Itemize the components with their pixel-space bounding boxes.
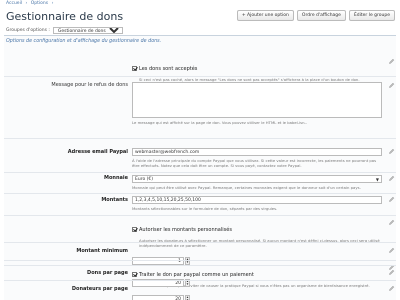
option-hint: À l'aide de l'adresse principale du comp… bbox=[132, 158, 377, 168]
group-label: Groupes d'options : bbox=[6, 28, 50, 33]
pencil-icon[interactable] bbox=[388, 269, 395, 276]
checkbox-label: Les dons sont acceptés bbox=[139, 65, 198, 72]
option-row-currency: Monnaie Euro (€) ▼ Monnaie qui peut être … bbox=[4, 172, 396, 193]
group-select[interactable]: Gestionnaire de dons bbox=[52, 27, 123, 34]
pencil-icon[interactable] bbox=[388, 285, 395, 292]
option-row-donors-per-page: Donateurs par page 20 ▴ ▾ bbox=[4, 280, 396, 300]
checkbox-label: Autoriser les montants personnalisés bbox=[139, 226, 232, 233]
group-description: Options de configuration et d'affichage … bbox=[6, 39, 162, 44]
option-control: webmaster@webfrench.com À l'aide de l'ad… bbox=[132, 148, 382, 168]
spinner-arrows-icon[interactable]: ▴ ▾ bbox=[185, 295, 190, 300]
option-control: Euro (€) ▼ Monnaie qui peut être utilisé … bbox=[132, 175, 382, 190]
breadcrumb-separator-icon: › bbox=[51, 1, 54, 6]
option-control: Le message qui est affiché sur la page d… bbox=[132, 82, 382, 125]
option-row-minimum-amount: Montant minimum 1 ▴ ▾ bbox=[4, 242, 396, 265]
option-label: Montant minimum bbox=[76, 248, 128, 254]
amounts-input[interactable]: 1,2,3,4,5,10,15,20,25,50,100 bbox=[132, 196, 382, 204]
page-title: Gestionnaire de dons bbox=[6, 10, 124, 23]
option-label: Dons par page bbox=[87, 270, 128, 276]
breadcrumb-home[interactable]: Accueil bbox=[6, 1, 22, 6]
option-row-refusal-message: Message pour le refus de dons Le message… bbox=[4, 76, 396, 138]
option-hint: Montants sélectionnables sur le formulai… bbox=[132, 206, 278, 211]
option-row-donations-accepted: Les dons sont acceptés Si ceci n'est pas… bbox=[4, 48, 396, 82]
pencil-icon[interactable] bbox=[388, 175, 395, 182]
donations-accepted-checkbox[interactable] bbox=[132, 66, 137, 71]
option-hint: Le message qui est affiché sur la page d… bbox=[132, 120, 308, 125]
toolbar: + Ajouter une option Ordre d'affichage É… bbox=[236, 10, 395, 21]
option-label: Montants bbox=[101, 197, 128, 203]
option-label: Monnaie bbox=[103, 175, 128, 181]
donors-per-page-input[interactable]: 20 bbox=[132, 295, 184, 300]
pencil-icon[interactable] bbox=[388, 247, 395, 254]
refusal-message-textarea[interactable] bbox=[132, 82, 382, 118]
currency-value: Euro (€) bbox=[135, 177, 154, 182]
breadcrumb-options[interactable]: Options bbox=[31, 1, 48, 6]
add-option-button[interactable]: + Ajouter une option bbox=[236, 10, 294, 21]
pencil-icon[interactable] bbox=[388, 148, 395, 155]
breadcrumb: Accueil › Options › bbox=[6, 1, 55, 6]
edit-group-button[interactable]: Éditer le groupe bbox=[348, 10, 395, 21]
options-panel: Options de configuration et d'affichage … bbox=[4, 35, 396, 300]
breadcrumb-separator-icon: › bbox=[25, 1, 28, 6]
pencil-icon[interactable] bbox=[388, 82, 395, 89]
option-control: 20 ▴ ▾ bbox=[132, 285, 190, 300]
option-hint: Monnaie qui peut être utilisé avec Paypa… bbox=[132, 185, 361, 190]
chevron-down-icon: ▼ bbox=[375, 177, 379, 182]
option-row-amounts: Montants 1,2,3,4,5,10,15,20,25,50,100 Mo… bbox=[4, 193, 396, 215]
option-row-paypal-email: Adresse email Paypal webmaster@webfrench… bbox=[4, 138, 396, 172]
pencil-icon[interactable] bbox=[388, 219, 395, 226]
currency-select[interactable]: Euro (€) ▼ bbox=[132, 175, 382, 183]
option-row-donations-per-page: Dons par page 20 ▴ ▾ bbox=[4, 265, 396, 287]
donors-per-page-stepper[interactable]: 20 ▴ ▾ bbox=[132, 295, 190, 300]
display-order-button[interactable]: Ordre d'affichage bbox=[296, 10, 346, 21]
option-row-custom-amounts: Autoriser les montants personnalisés Aut… bbox=[4, 215, 396, 248]
pencil-icon[interactable] bbox=[388, 58, 395, 65]
option-control: 1,2,3,4,5,10,15,20,25,50,100 Montants sé… bbox=[132, 196, 382, 211]
pencil-icon[interactable] bbox=[388, 196, 395, 203]
custom-amounts-checkbox[interactable] bbox=[132, 227, 137, 232]
option-label: Donateurs par page bbox=[71, 286, 128, 292]
paypal-email-input[interactable]: webmaster@webfrench.com bbox=[132, 148, 382, 156]
option-label: Adresse email Paypal bbox=[67, 149, 128, 155]
option-label: Message pour le refus de dons bbox=[51, 82, 128, 88]
group-selector: Groupes d'options : Gestionnaire de dons bbox=[6, 27, 123, 34]
